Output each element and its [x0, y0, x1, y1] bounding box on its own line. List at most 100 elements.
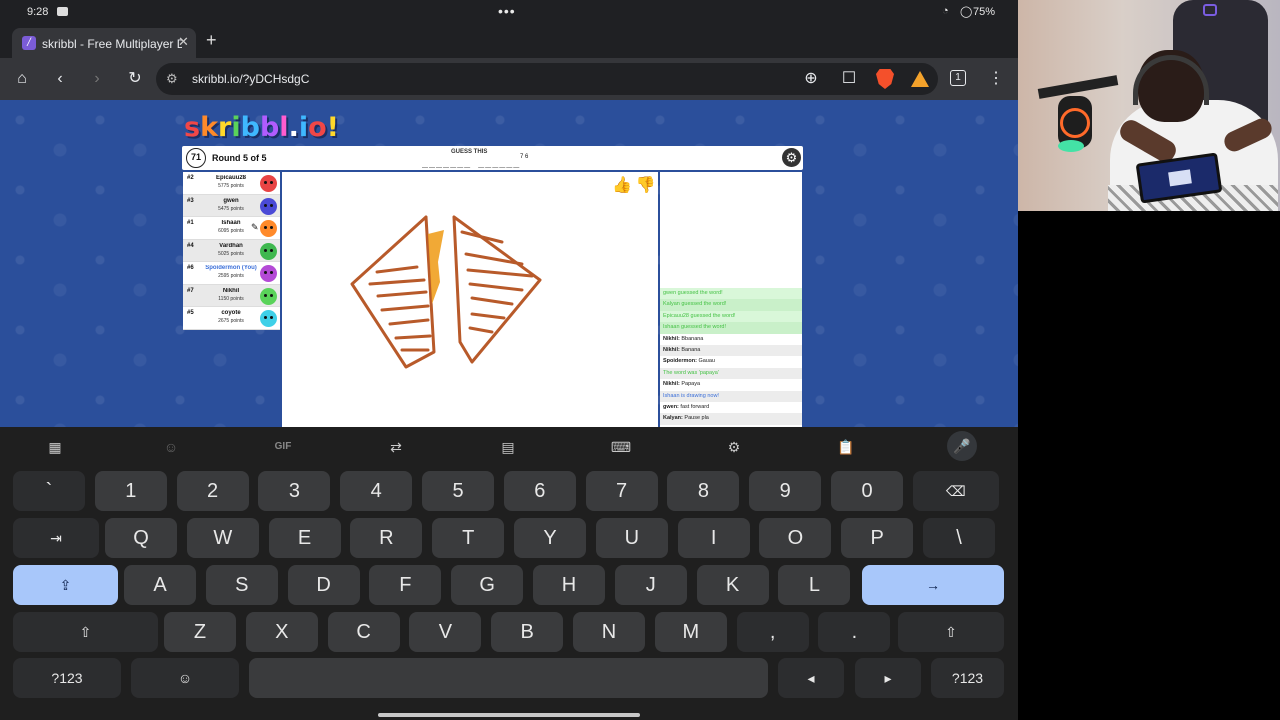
close-tab-icon[interactable]: ✕: [178, 34, 189, 50]
webcam-overlay: [1018, 0, 1280, 211]
chat-text: Bbanana: [681, 335, 704, 342]
apps-grid-icon[interactable]: ▦: [43, 437, 67, 457]
key-L[interactable]: L: [778, 565, 851, 605]
clipboard-table-icon[interactable]: ▤: [496, 437, 520, 457]
player-row[interactable]: #4 Vardhan 5025 points: [183, 239, 280, 262]
key-6[interactable]: 6: [503, 471, 576, 511]
emoji-key[interactable]: ☺: [131, 658, 239, 698]
key-5[interactable]: 5: [422, 471, 494, 511]
key-P[interactable]: P: [841, 518, 914, 558]
wifi-icon: ◔: [942, 5, 949, 17]
key-E[interactable]: E: [268, 518, 341, 558]
key-8[interactable]: 8: [667, 471, 740, 511]
key-A[interactable]: A: [124, 565, 196, 605]
key-C[interactable]: C: [327, 612, 400, 652]
key-S[interactable]: S: [205, 565, 278, 605]
reload-icon[interactable]: ↻: [124, 68, 146, 90]
key-Q[interactable]: Q: [105, 518, 177, 558]
player-row[interactable]: #1 Ishaan 6095 points ✎: [183, 217, 280, 240]
key-Y[interactable]: Y: [514, 518, 586, 558]
gif-button[interactable]: GIF: [271, 437, 295, 457]
address-bar[interactable]: ⚙ skribbl.io/?yDCHsdgC ⊕ ☐: [156, 63, 938, 95]
game-header: 71 Round 5 of 5 GUESS THIS _______ _____…: [182, 146, 803, 170]
player-row[interactable]: #7 Nikhil 1150 points: [183, 284, 280, 307]
key-2[interactable]: 2: [176, 471, 249, 511]
key-0[interactable]: 0: [831, 471, 903, 511]
key-H[interactable]: H: [533, 565, 605, 605]
gesture-home-bar[interactable]: [378, 713, 640, 717]
key-7[interactable]: 7: [585, 471, 658, 511]
player-row[interactable]: #6 Spoidermon (You) 2595 points: [183, 262, 280, 285]
home-icon[interactable]: ⌂: [11, 68, 33, 90]
key-Z[interactable]: Z: [164, 612, 236, 652]
site-settings-icon[interactable]: ⚙: [166, 71, 178, 87]
media-icon: [57, 7, 68, 16]
key-G[interactable]: G: [451, 565, 524, 605]
player-rank: #5: [187, 310, 194, 316]
chat-text: gwen guessed the word!: [663, 290, 723, 296]
brave-rewards-icon[interactable]: [911, 71, 929, 87]
menu-icon[interactable]: ⋮: [985, 68, 1007, 90]
settings-gear-icon[interactable]: ⚙: [782, 148, 801, 167]
cursor-right-key[interactable]: ▸: [855, 658, 921, 698]
back-icon[interactable]: ‹: [49, 68, 71, 90]
key-I[interactable]: I: [677, 518, 750, 558]
key-X[interactable]: X: [245, 612, 318, 652]
key-9[interactable]: 9: [749, 471, 822, 511]
key-backslash[interactable]: \: [923, 518, 995, 558]
key-N[interactable]: N: [573, 612, 645, 652]
backspace-key[interactable]: ⌫: [912, 471, 999, 511]
key-4[interactable]: 4: [340, 471, 413, 511]
status-bar: 9:28 ••• 75% ◔ ◯: [0, 0, 1018, 24]
key-B[interactable]: B: [491, 612, 564, 652]
zoom-icon[interactable]: ⊕: [800, 68, 822, 90]
key-T[interactable]: T: [432, 518, 505, 558]
bookmark-icon[interactable]: ☐: [838, 68, 860, 90]
symbols-key-right[interactable]: ?123: [931, 658, 1004, 698]
player-row[interactable]: #3 gwen 5475 points: [183, 194, 280, 217]
shift-left-key[interactable]: ⇧: [13, 612, 158, 652]
player-points: 2675 points: [218, 318, 244, 324]
player-row[interactable]: #2 Epicauu28 5775 points: [183, 172, 280, 195]
shift-right-key[interactable]: ⇧: [898, 612, 1004, 652]
new-tab-button[interactable]: +: [206, 30, 217, 51]
url-text[interactable]: skribbl.io/?yDCHsdgC: [192, 72, 309, 86]
space-key[interactable]: [249, 658, 768, 698]
key-3[interactable]: 3: [258, 471, 331, 511]
key-V[interactable]: V: [409, 612, 482, 652]
key-R[interactable]: R: [350, 518, 423, 558]
key-1[interactable]: 1: [94, 471, 167, 511]
key-backtick[interactable]: `: [13, 471, 85, 511]
key-W[interactable]: W: [186, 518, 259, 558]
player-name: Epicauu28: [215, 175, 246, 181]
tab-switcher-button[interactable]: 1: [950, 70, 966, 86]
key-K[interactable]: K: [696, 565, 769, 605]
brave-shields-icon[interactable]: [876, 69, 894, 89]
key-M[interactable]: M: [654, 612, 727, 652]
translate-icon[interactable]: ⇄: [384, 437, 408, 457]
chat-author: Kalyan:: [663, 415, 683, 422]
key-D[interactable]: D: [287, 565, 360, 605]
cursor-left-key[interactable]: ◂: [778, 658, 844, 698]
key-period[interactable]: .: [818, 612, 891, 652]
key-U[interactable]: U: [595, 518, 668, 558]
enter-key[interactable]: →: [862, 565, 1004, 605]
player-row[interactable]: #5 coyote 2675 points: [183, 307, 280, 330]
player-rank: #6: [187, 265, 194, 271]
key-comma[interactable]: ,: [736, 612, 809, 652]
key-J[interactable]: J: [614, 565, 687, 605]
keyboard-layout-icon[interactable]: ⌨: [609, 437, 633, 457]
symbols-key-left[interactable]: ?123: [13, 658, 121, 698]
browser-tab[interactable]: / skribbl - Free Multiplayer Drawing & G…: [12, 28, 196, 58]
sticker-icon[interactable]: ☺: [159, 437, 183, 457]
drawing-canvas[interactable]: 👍 👎: [282, 172, 658, 427]
key-O[interactable]: O: [759, 518, 832, 558]
voice-input-icon[interactable]: 🎤: [947, 431, 977, 461]
keyboard-settings-icon[interactable]: ⚙: [722, 437, 746, 457]
key-F[interactable]: F: [369, 565, 442, 605]
forward-icon[interactable]: ›: [86, 68, 108, 90]
tab-key[interactable]: ⇥: [13, 518, 99, 558]
clipboard-icon[interactable]: 📋: [834, 437, 858, 457]
chat-text: Ishaan is drawing now!: [663, 392, 719, 399]
caps-key[interactable]: ⇪: [13, 565, 118, 605]
